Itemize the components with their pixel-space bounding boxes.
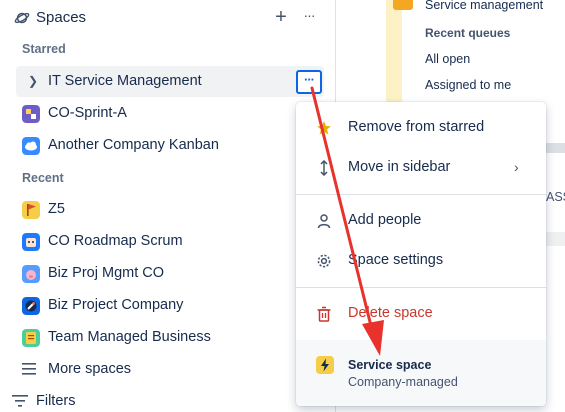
menu-item-move-in-sidebar[interactable]: Move in sidebar ›: [296, 148, 546, 188]
menu-item-label: Space settings: [348, 252, 444, 268]
sidebar-item-label: CO-Sprint-A: [48, 105, 127, 121]
blue-rocket-avatar: [22, 297, 40, 315]
sidebar-item-label: CO Roadmap Scrum: [48, 233, 183, 249]
add-space-button[interactable]: +: [270, 6, 292, 28]
sidebar-item-label: Filters: [36, 393, 76, 409]
purple-project-avatar: [22, 105, 40, 123]
space-type-subtitle: Company-managed: [348, 375, 458, 389]
sidebar-item-label: Z5: [48, 201, 65, 217]
space-actions-menu: Remove from starred Move in sidebar › Ad…: [296, 102, 546, 406]
bg-partial-text: ASS: [546, 190, 565, 204]
yellow-notebook-avatar: [22, 329, 40, 347]
sidebar-item-filters[interactable]: Filters: [12, 386, 324, 412]
blue-cloud-avatar: [22, 137, 40, 155]
sidebar-item-more-spaces[interactable]: More spaces: [16, 354, 324, 385]
item-more-actions-button[interactable]: ···: [296, 70, 322, 94]
sidebar-header: Spaces + ···: [0, 0, 336, 36]
sidebar-item-label: IT Service Management: [48, 73, 202, 89]
menu-item-label: Delete space: [348, 305, 433, 321]
menu-lines-icon: [22, 363, 36, 375]
yellow-flag-avatar: [22, 201, 40, 219]
move-vertical-icon: [320, 160, 328, 176]
menu-item-label: Move in sidebar: [348, 159, 451, 175]
sidebar: Spaces + ··· Starred ❯ IT Service Manage…: [0, 0, 336, 412]
bg-queue-all-open[interactable]: All open: [425, 52, 470, 66]
sidebar-title[interactable]: Spaces: [36, 9, 86, 26]
space-type-title: Service space: [348, 358, 432, 372]
sidebar-item-biz-proj-mgmt-co[interactable]: Biz Proj Mgmt CO: [16, 258, 324, 289]
menu-item-space-settings[interactable]: Space settings: [296, 241, 546, 281]
gear-icon: [317, 254, 331, 268]
planet-icon: [14, 12, 30, 24]
menu-item-delete-space[interactable]: Delete space: [296, 294, 546, 334]
sidebar-item-label: Biz Proj Mgmt CO: [48, 265, 165, 281]
pink-pig-avatar: [22, 265, 40, 283]
sidebar-item-label: More spaces: [48, 361, 132, 377]
menu-divider: [296, 194, 546, 195]
trash-icon: [317, 306, 331, 322]
sidebar-item-co-roadmap-scrum[interactable]: CO Roadmap Scrum: [16, 226, 324, 257]
menu-item-label: Remove from starred: [348, 119, 485, 135]
sidebar-item-z5[interactable]: Z5: [16, 194, 324, 225]
person-icon: [317, 214, 331, 229]
starred-section-label: Starred: [22, 42, 66, 56]
recent-section-label: Recent: [22, 171, 64, 185]
sidebar-item-it-service-management[interactable]: ❯ IT Service Management ···: [16, 66, 324, 97]
bg-project-name[interactable]: Service management: [425, 0, 543, 12]
sidebar-item-label: Team Managed Business: [48, 329, 211, 345]
menu-item-label: Add people: [348, 212, 422, 228]
sidebar-more-button[interactable]: ···: [298, 6, 320, 28]
lightning-bolt-icon: [316, 356, 334, 374]
project-stripe: [386, 0, 402, 102]
chevron-right-icon: ›: [514, 159, 519, 175]
menu-item-remove-from-starred[interactable]: Remove from starred: [296, 108, 546, 148]
menu-item-add-people[interactable]: Add people: [296, 201, 546, 241]
bg-grey-block: [545, 143, 565, 153]
star-icon: [317, 121, 331, 135]
sidebar-item-label: Biz Project Company: [48, 297, 184, 313]
project-icon: [393, 0, 413, 10]
chevron-right-icon[interactable]: ❯: [28, 74, 38, 88]
blue-robot-avatar: [22, 233, 40, 251]
sidebar-item-biz-project-company[interactable]: Biz Project Company: [16, 290, 324, 321]
space-type-info: Service space Company-managed: [296, 340, 546, 406]
sidebar-item-co-sprint-a[interactable]: CO-Sprint-A: [16, 98, 324, 129]
bg-recent-queues-heading: Recent queues: [425, 26, 511, 40]
sidebar-item-label: Another Company Kanban: [48, 137, 219, 153]
sidebar-item-another-company-kanban[interactable]: Another Company Kanban: [16, 130, 324, 161]
filter-icon: [12, 395, 28, 407]
sidebar-item-team-managed-business[interactable]: Team Managed Business: [16, 322, 324, 353]
bg-grey-block-2: [545, 232, 565, 246]
menu-divider: [296, 287, 546, 288]
bg-queue-assigned-to-me[interactable]: Assigned to me: [425, 78, 511, 92]
